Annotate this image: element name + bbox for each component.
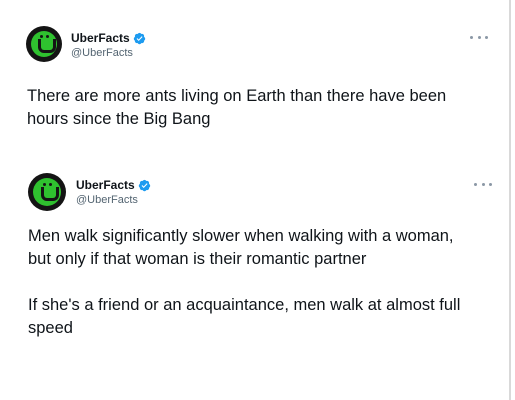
uberfacts-logo-icon — [33, 178, 61, 206]
handle[interactable]: @UberFacts — [76, 194, 151, 206]
author-info: UberFacts @UberFacts — [71, 30, 146, 59]
tweet-text: Men walk significantly slower when walki… — [28, 227, 461, 337]
dot — [470, 35, 473, 39]
verified-badge-icon — [138, 179, 150, 191]
dot — [477, 35, 481, 39]
author-info: UberFacts @UberFacts — [76, 177, 151, 206]
display-name[interactable]: UberFacts — [71, 31, 130, 45]
dot — [474, 182, 477, 186]
dot — [485, 35, 488, 39]
tweet-text: There are more ants living on Earth than… — [27, 87, 447, 128]
avatar[interactable] — [26, 26, 62, 62]
verified-badge-icon — [133, 32, 145, 44]
dot — [489, 182, 492, 186]
tweet-header: UberFacts @UberFacts — [0, 18, 505, 66]
uberfacts-logo-icon — [31, 31, 57, 57]
dot — [481, 182, 485, 186]
more-options-icon[interactable] — [470, 32, 488, 42]
more-options-icon[interactable] — [474, 179, 492, 189]
handle[interactable]: @UberFacts — [71, 47, 146, 59]
tweet-card[interactable]: UberFacts @UberFacts There are more ants… — [0, 18, 505, 128]
tweet-header: UberFacts @UberFacts — [0, 165, 505, 213]
display-name[interactable]: UberFacts — [76, 178, 135, 192]
tweets-screenshot: UberFacts @UberFacts There are more ants… — [0, 0, 515, 400]
display-name-row: UberFacts — [71, 30, 146, 46]
tweet-card[interactable]: UberFacts @UberFacts Men walk significan… — [0, 165, 505, 337]
divider — [509, 0, 511, 400]
avatar[interactable] — [28, 173, 66, 211]
display-name-row: UberFacts — [76, 177, 151, 193]
